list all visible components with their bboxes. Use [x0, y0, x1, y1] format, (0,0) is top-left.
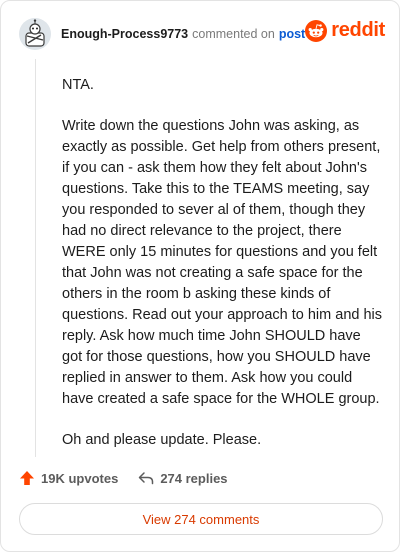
avatar-image [19, 18, 51, 50]
thread-line [35, 59, 36, 457]
username[interactable]: Enough-Process9773 [61, 27, 188, 41]
reply-count: 274 replies [160, 470, 228, 486]
comment-paragraph: NTA. [62, 77, 94, 93]
comment-header: Enough-Process9773 commented on post red… [19, 17, 385, 51]
comment-body: NTA. Write down the questions John was a… [62, 75, 384, 471]
reddit-snoo-icon [305, 19, 328, 42]
reddit-logo[interactable]: reddit [305, 19, 385, 42]
upvote-count: 19K upvotes [41, 470, 119, 486]
commented-label: commented on [192, 27, 275, 41]
comment-meta: Enough-Process9773 commented on post [61, 27, 305, 41]
comment-paragraph: Oh and please update. Please. [62, 432, 262, 448]
reddit-wordmark: reddit [331, 19, 385, 41]
comment-actions: 19K upvotes 274 replies [19, 470, 228, 486]
avatar[interactable] [19, 18, 51, 50]
view-comments-button[interactable]: View 274 comments [19, 503, 383, 535]
replies-button[interactable]: 274 replies [138, 470, 228, 486]
reply-arrow-icon [139, 472, 154, 485]
post-link[interactable]: post [279, 27, 305, 41]
comment-paragraph: Write down the questions John was asking… [62, 118, 383, 407]
arrow-up-icon [20, 471, 34, 485]
comment-card: Enough-Process9773 commented on post red… [0, 0, 400, 552]
upvote-button[interactable]: 19K upvotes [19, 470, 118, 486]
